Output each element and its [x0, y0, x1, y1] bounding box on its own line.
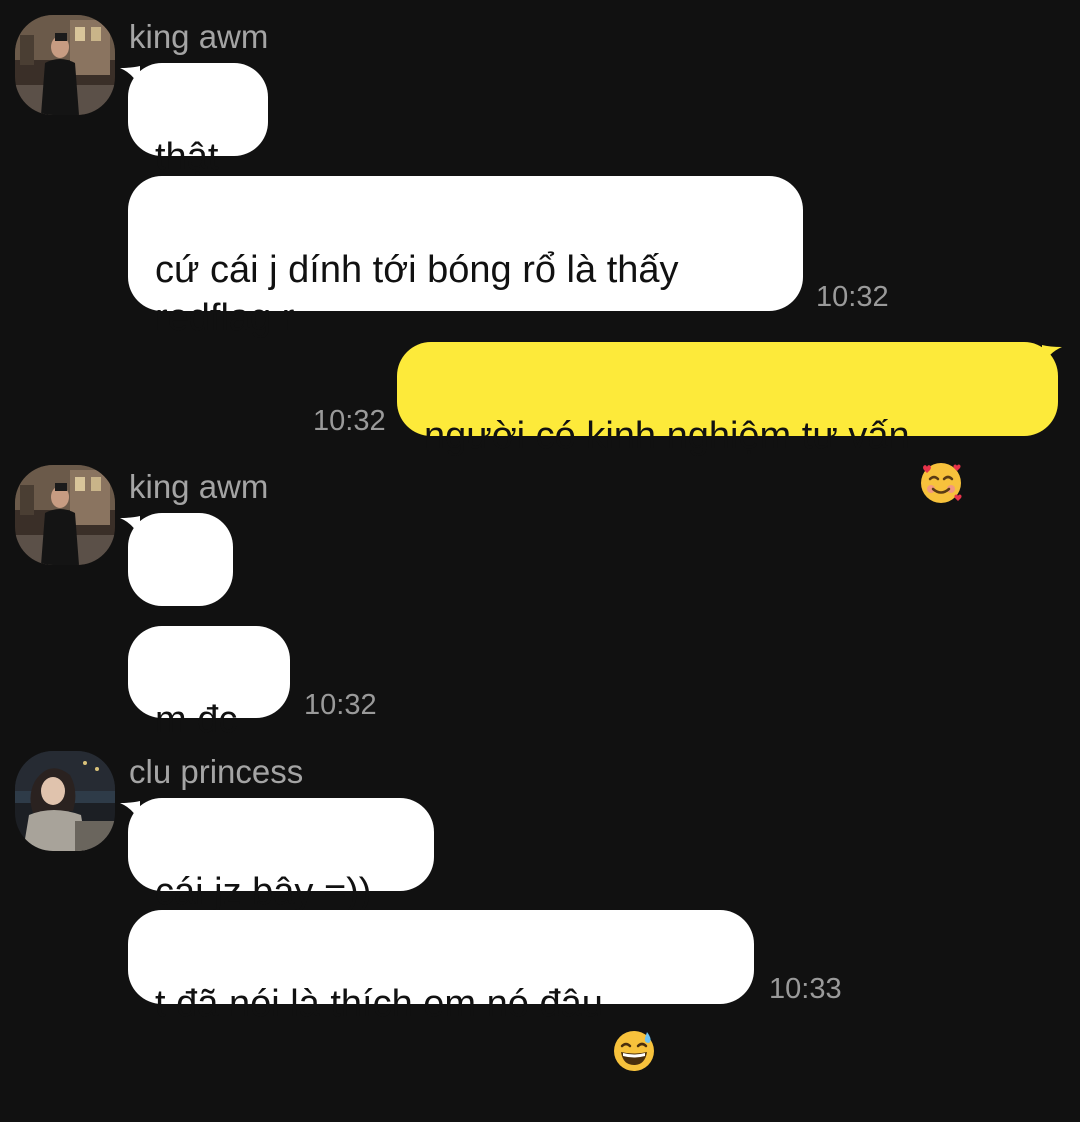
message-text: người có kinh nghiệm tư vấn	[424, 415, 910, 457]
avatar-king-awm[interactable]	[15, 465, 115, 565]
message-bubble[interactable]: cái jz bây =))	[128, 798, 434, 913]
smiling-face-with-hearts-icon	[918, 412, 964, 503]
message-timestamp: 10:32	[816, 281, 889, 313]
message-text: m đc	[155, 699, 238, 741]
grinning-face-with-sweat-icon	[611, 980, 657, 1071]
sender-name: king awm	[129, 18, 269, 55]
message-bubble-outgoing[interactable]: người có kinh nghiệm tư vấn	[397, 342, 1058, 503]
message-bubble[interactable]	[128, 513, 233, 678]
message-timestamp: 10:32	[304, 689, 377, 721]
grinning-face-icon	[154, 583, 201, 678]
sender-name: king awm	[129, 468, 269, 505]
message-bubble[interactable]: cứ cái j dính tới bóng rổ là thấy redfla…	[128, 176, 803, 339]
message-bubble[interactable]: m đc	[128, 626, 290, 741]
message-bubble[interactable]: t đã nói là thích em nó đâu	[128, 910, 754, 1071]
message-timestamp: 10:32	[313, 405, 386, 437]
avatar-clu-princess[interactable]	[15, 751, 115, 851]
avatar-king-awm[interactable]	[15, 15, 115, 115]
message-text: thật	[155, 136, 219, 178]
bubble-tail	[1042, 345, 1062, 367]
message-text: cái jz bây =))	[155, 871, 372, 913]
message-text: cứ cái j dính tới bóng rổ là thấy redfla…	[155, 249, 679, 339]
sender-name: clu princess	[129, 753, 304, 790]
message-text: t đã nói là thích em nó đâu	[155, 983, 603, 1025]
message-timestamp: 10:33	[769, 973, 842, 1005]
message-bubble[interactable]: thật	[128, 63, 268, 178]
